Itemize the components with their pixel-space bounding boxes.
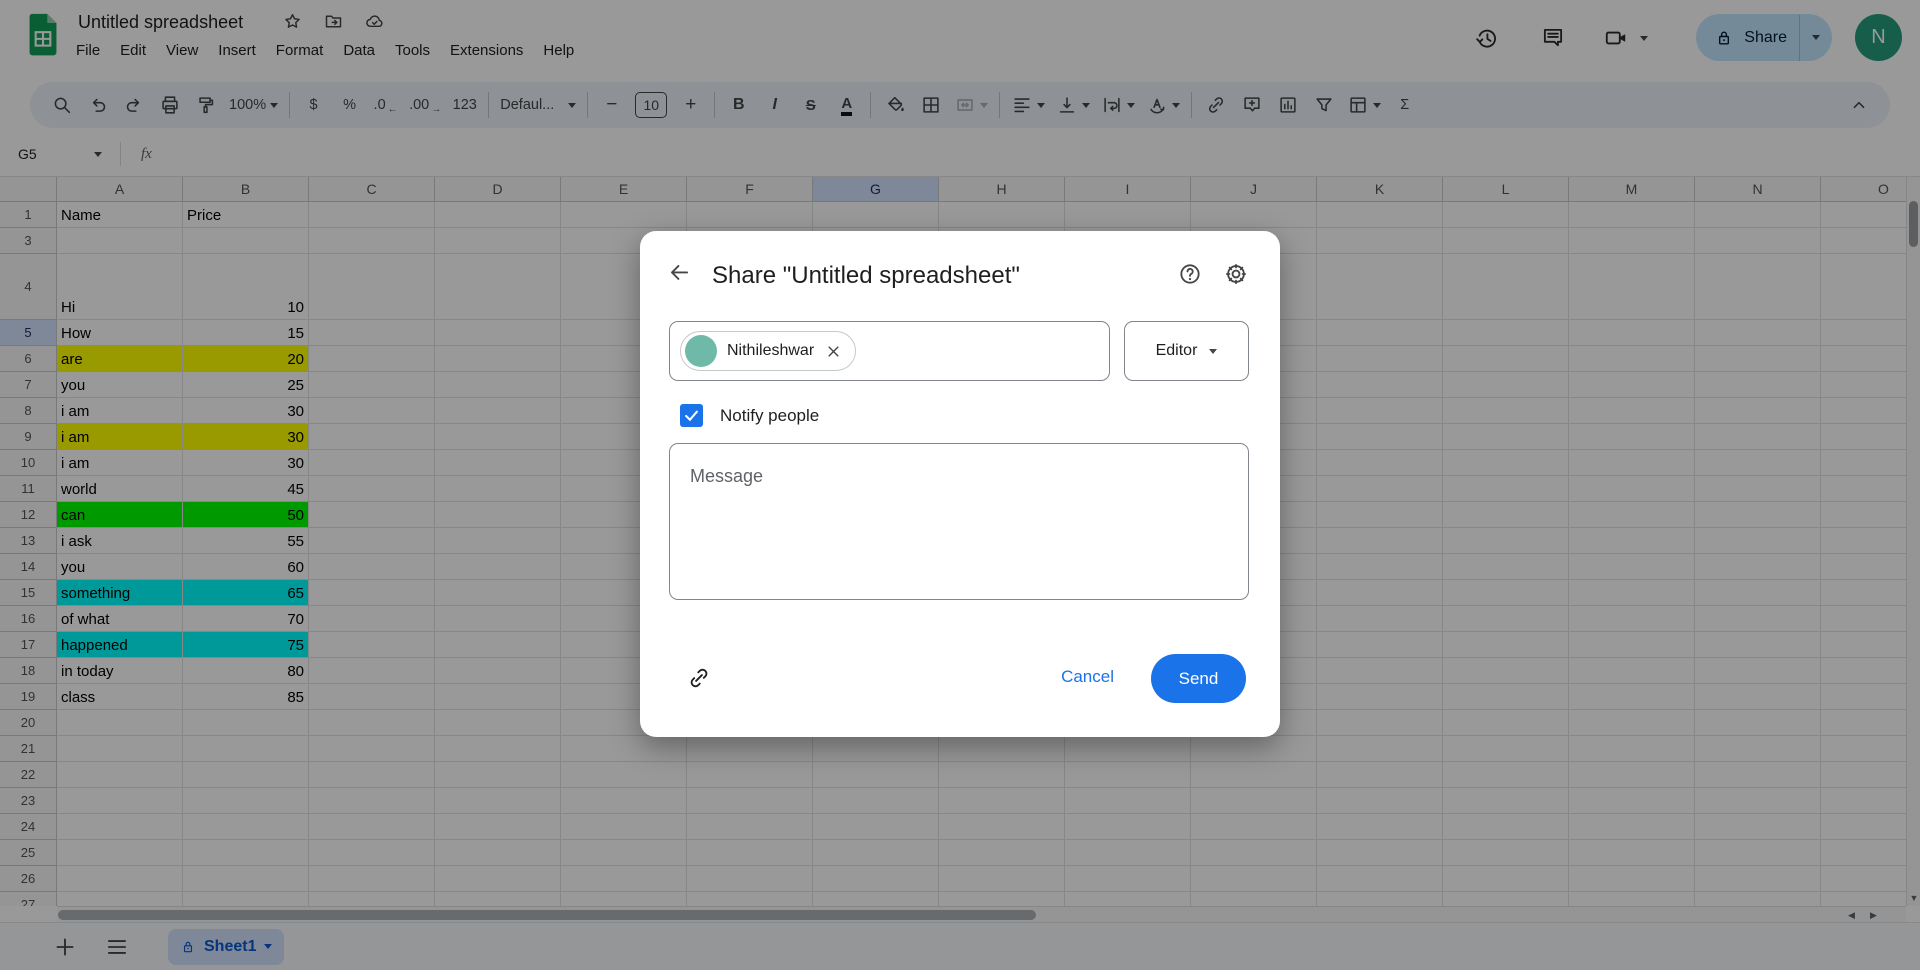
notify-people-label: Notify people xyxy=(720,405,820,425)
role-value: Editor xyxy=(1155,342,1198,359)
recipient-name: Nithileshwar xyxy=(727,342,815,359)
message-input[interactable] xyxy=(669,443,1249,600)
share-dialog-title: Share "Untitled spreadsheet" xyxy=(712,262,1020,289)
share-dialog: Share "Untitled spreadsheet" Nithileshwa… xyxy=(640,231,1280,737)
settings-gear-icon[interactable] xyxy=(1223,261,1250,288)
recipient-avatar xyxy=(685,335,717,367)
help-icon[interactable] xyxy=(1177,261,1204,288)
cancel-button[interactable]: Cancel xyxy=(1061,667,1114,687)
copy-link-icon[interactable] xyxy=(686,665,714,693)
role-dropdown[interactable]: Editor xyxy=(1124,321,1249,381)
recipient-input[interactable]: Nithileshwar xyxy=(669,321,1110,381)
remove-recipient-icon[interactable] xyxy=(824,342,843,361)
back-arrow-icon[interactable] xyxy=(666,260,694,288)
google-sheets-window: Untitled spreadsheet File Edit View Insert F… xyxy=(0,0,1920,970)
send-button[interactable]: Send xyxy=(1151,654,1246,703)
recipient-chip[interactable]: Nithileshwar xyxy=(680,331,857,371)
notify-people-row: Notify people xyxy=(680,404,819,427)
notify-people-checkbox[interactable] xyxy=(680,404,703,427)
role-dropdown-icon xyxy=(1209,348,1218,354)
